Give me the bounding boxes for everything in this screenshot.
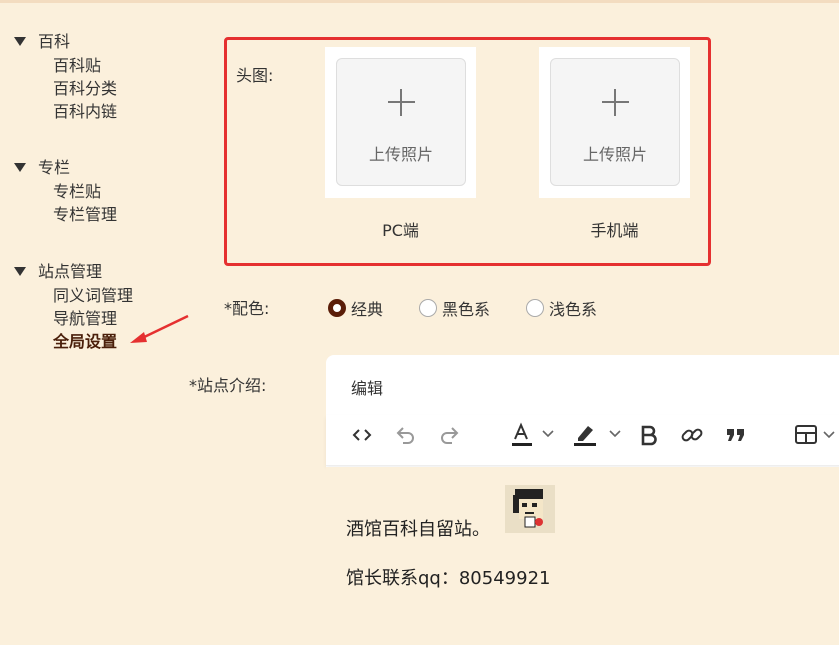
color-scheme-label: *配色:: [224, 295, 269, 319]
font-color-icon[interactable]: [510, 422, 554, 447]
top-border: [0, 0, 839, 3]
sidebar-group-header[interactable]: 专栏: [14, 154, 117, 178]
sidebar-item-navigation[interactable]: 导航管理: [53, 307, 133, 330]
sidebar-group-header[interactable]: 百科: [14, 28, 117, 52]
redo-icon[interactable]: [438, 423, 462, 447]
bold-icon[interactable]: [639, 423, 659, 447]
upload-text: 上传照片: [582, 145, 647, 164]
content-line-2: 馆长联系qq：80549921: [346, 568, 551, 589]
sidebar-item-global-settings[interactable]: 全局设置: [53, 330, 133, 353]
undo-icon[interactable]: [393, 423, 417, 447]
radio-checked-icon: [328, 299, 346, 317]
caret-down-icon: [14, 266, 26, 276]
required-mark: *: [224, 299, 232, 318]
sidebar-item-column-posts[interactable]: 专栏贴: [53, 180, 117, 203]
required-mark: *: [189, 376, 197, 395]
upload-text: 上传照片: [368, 145, 433, 164]
quote-icon[interactable]: [725, 423, 747, 447]
header-image-label: 头图:: [236, 66, 274, 85]
editor-content[interactable]: 酒馆百科自留站。 馆长联系qq：80549921: [326, 467, 839, 645]
site-intro-label: *站点介绍:: [189, 372, 266, 396]
sidebar-item-column-manage[interactable]: 专栏管理: [53, 203, 117, 226]
pc-upload-card: 上传照片: [325, 47, 476, 198]
sidebar-group-site: 站点管理 同义词管理 导航管理 全局设置: [14, 258, 133, 353]
radio-label: 浅色系: [549, 300, 598, 319]
red-arrow-annotation: [130, 314, 189, 343]
caret-down-icon: [14, 36, 26, 46]
highlight-icon[interactable]: [572, 423, 624, 447]
sidebar-group-header[interactable]: 站点管理: [14, 258, 133, 282]
caret-down-icon: [14, 162, 26, 172]
sidebar-item-baike-posts[interactable]: 百科贴: [53, 54, 117, 77]
mobile-upload-button[interactable]: 上传照片: [550, 58, 680, 186]
sidebar-item-synonyms[interactable]: 同义词管理: [53, 284, 133, 307]
plus-icon: [602, 89, 629, 116]
emoji-sticker-image: [505, 485, 555, 533]
sidebar-group-column: 专栏 专栏贴 专栏管理: [14, 154, 117, 226]
code-icon[interactable]: [351, 423, 373, 447]
radio-unchecked-icon: [419, 299, 437, 317]
radio-light[interactable]: 浅色系: [526, 296, 597, 320]
radio-label: 经典: [351, 300, 384, 319]
sidebar-group-title: 专栏: [38, 158, 71, 177]
pc-caption: PC端: [382, 221, 419, 240]
radio-classic[interactable]: 经典: [328, 296, 383, 320]
link-icon[interactable]: [679, 423, 705, 447]
editor-toolbar: [326, 415, 839, 466]
sidebar-item-baike-links[interactable]: 百科内链: [53, 100, 117, 123]
plus-icon: [388, 89, 415, 116]
mobile-upload-card: 上传照片: [539, 47, 690, 198]
sidebar-item-baike-categories[interactable]: 百科分类: [53, 77, 117, 100]
sidebar-group-title: 百科: [38, 32, 71, 51]
content-line-1: 酒馆百科自留站。: [346, 519, 490, 540]
color-scheme-label-text: 配色:: [232, 299, 270, 318]
mobile-caption: 手机端: [590, 221, 639, 240]
site-intro-label-text: 站点介绍:: [197, 376, 267, 395]
pc-upload-button[interactable]: 上传照片: [336, 58, 466, 186]
table-icon[interactable]: [794, 423, 839, 447]
sidebar-group-title: 站点管理: [38, 262, 103, 281]
rich-text-editor: 编辑 酒馆百科自留站。 馆长联系qq：80549921: [326, 355, 839, 645]
radio-unchecked-icon: [526, 299, 544, 317]
editor-title: 编辑: [351, 379, 384, 398]
radio-dark[interactable]: 黑色系: [419, 296, 490, 320]
sidebar-group-baike: 百科 百科贴 百科分类 百科内链: [14, 28, 117, 123]
radio-label: 黑色系: [442, 300, 491, 319]
